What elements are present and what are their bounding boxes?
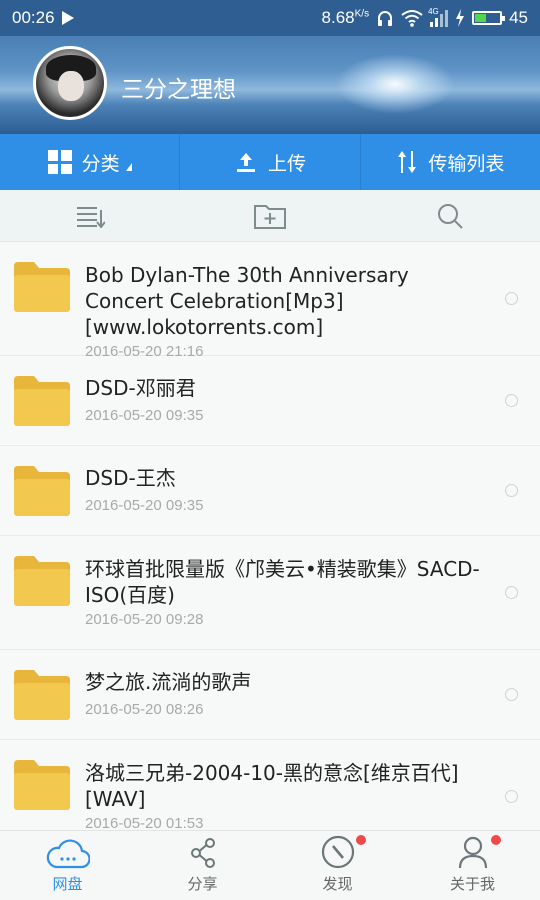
select-radio[interactable] xyxy=(505,688,518,701)
charging-icon xyxy=(456,9,465,27)
file-date: 2016-05-20 09:28 xyxy=(85,611,204,628)
nav-about-me[interactable]: 关于我 xyxy=(405,831,540,900)
network-speed: 8.68K/s xyxy=(321,8,370,27)
category-button[interactable]: 分类 xyxy=(0,134,181,190)
clock: 00:26 xyxy=(12,8,55,27)
search-button[interactable] xyxy=(360,190,540,241)
file-row[interactable]: 梦之旅.流淌的歌声 2016-05-20 08:26 xyxy=(0,650,540,740)
new-folder-button[interactable] xyxy=(180,190,360,241)
share-icon xyxy=(190,838,215,868)
caret-icon xyxy=(125,163,132,171)
folder-icon xyxy=(14,670,70,720)
headphones-icon xyxy=(378,11,393,26)
folder-icon xyxy=(14,262,70,312)
nav-cloud-drive[interactable]: 网盘 xyxy=(0,831,135,900)
new-folder-icon xyxy=(254,204,286,229)
wifi-icon xyxy=(401,10,423,27)
select-radio[interactable] xyxy=(505,484,518,497)
banner-background xyxy=(335,54,455,114)
nav-label: 关于我 xyxy=(449,875,495,893)
category-label: 分类 xyxy=(81,152,120,175)
file-row[interactable]: 洛城三兄弟-2004-10-黑的意念[维京百代][WAV] 2016-05-20… xyxy=(0,740,540,830)
action-bar: 分类 上传 传输列表 xyxy=(0,134,540,190)
bottom-nav: 网盘 分享 发现 关于我 xyxy=(0,830,540,900)
sort-list-icon xyxy=(77,206,105,228)
sort-button[interactable] xyxy=(0,190,180,241)
signal-icon: 4G xyxy=(428,7,449,27)
nav-discover[interactable]: 发现 xyxy=(270,831,405,900)
search-icon xyxy=(438,203,463,229)
file-row[interactable]: 环球首批限量版《邝美云•精装歌集》SACD-ISO(百度) 2016-05-20… xyxy=(0,536,540,650)
compass-icon xyxy=(321,835,354,869)
file-date: 2016-05-20 08:26 xyxy=(85,701,204,718)
file-name: DSD-王杰 xyxy=(85,466,176,490)
file-date: 2016-05-20 01:53 xyxy=(85,815,204,830)
transfer-list-label: 传输列表 xyxy=(428,152,505,175)
file-name: 洛城三兄弟-2004-10-黑的意念[维京百代][WAV] xyxy=(85,761,459,811)
nav-share[interactable]: 分享 xyxy=(135,831,270,900)
upload-button[interactable]: 上传 xyxy=(180,134,361,190)
folder-icon xyxy=(14,376,70,426)
cloud-icon xyxy=(46,839,90,869)
select-radio[interactable] xyxy=(505,790,518,803)
file-date: 2016-05-20 09:35 xyxy=(85,407,204,424)
select-radio[interactable] xyxy=(505,292,518,305)
battery-percent: 45 xyxy=(509,8,528,27)
select-radio[interactable] xyxy=(505,394,518,407)
folder-icon xyxy=(14,466,70,516)
nav-label: 网盘 xyxy=(52,875,83,893)
person-icon xyxy=(458,836,487,869)
file-name: 环球首批限量版《邝美云•精装歌集》SACD-ISO(百度) xyxy=(85,557,480,607)
file-row[interactable]: Bob Dylan-The 30th Anniversary Concert C… xyxy=(0,242,540,360)
status-bar: 00:26 8.68K/s 4G 45 xyxy=(0,0,540,36)
file-date: 2016-05-20 09:35 xyxy=(85,497,204,514)
notification-badge xyxy=(356,835,366,845)
notification-badge xyxy=(491,835,501,845)
upload-icon xyxy=(236,153,255,172)
file-name: 梦之旅.流淌的歌声 xyxy=(85,670,252,694)
username[interactable]: 三分之理想 xyxy=(121,70,236,104)
file-list: Bob Dylan-The 30th Anniversary Concert C… xyxy=(0,242,540,830)
list-toolbar xyxy=(0,190,540,242)
folder-icon xyxy=(14,760,70,810)
file-row[interactable]: DSD-王杰 2016-05-20 09:35 xyxy=(0,446,540,536)
file-name: DSD-邓丽君 xyxy=(85,376,196,400)
file-row[interactable]: DSD-邓丽君 2016-05-20 09:35 xyxy=(0,356,540,446)
nav-label: 分享 xyxy=(187,875,218,893)
grid-icon xyxy=(47,150,72,174)
avatar[interactable] xyxy=(33,46,107,120)
profile-header: 三分之理想 xyxy=(0,36,540,134)
transfer-list-button[interactable]: 传输列表 xyxy=(361,134,540,190)
select-radio[interactable] xyxy=(505,586,518,599)
play-icon xyxy=(61,11,74,25)
battery-icon xyxy=(472,11,506,25)
upload-label: 上传 xyxy=(267,152,306,175)
folder-icon xyxy=(14,556,70,606)
file-name: Bob Dylan-The 30th Anniversary Concert C… xyxy=(85,263,409,339)
battery-fill xyxy=(475,14,486,22)
nav-label: 发现 xyxy=(322,875,353,893)
transfer-icon xyxy=(398,151,417,173)
